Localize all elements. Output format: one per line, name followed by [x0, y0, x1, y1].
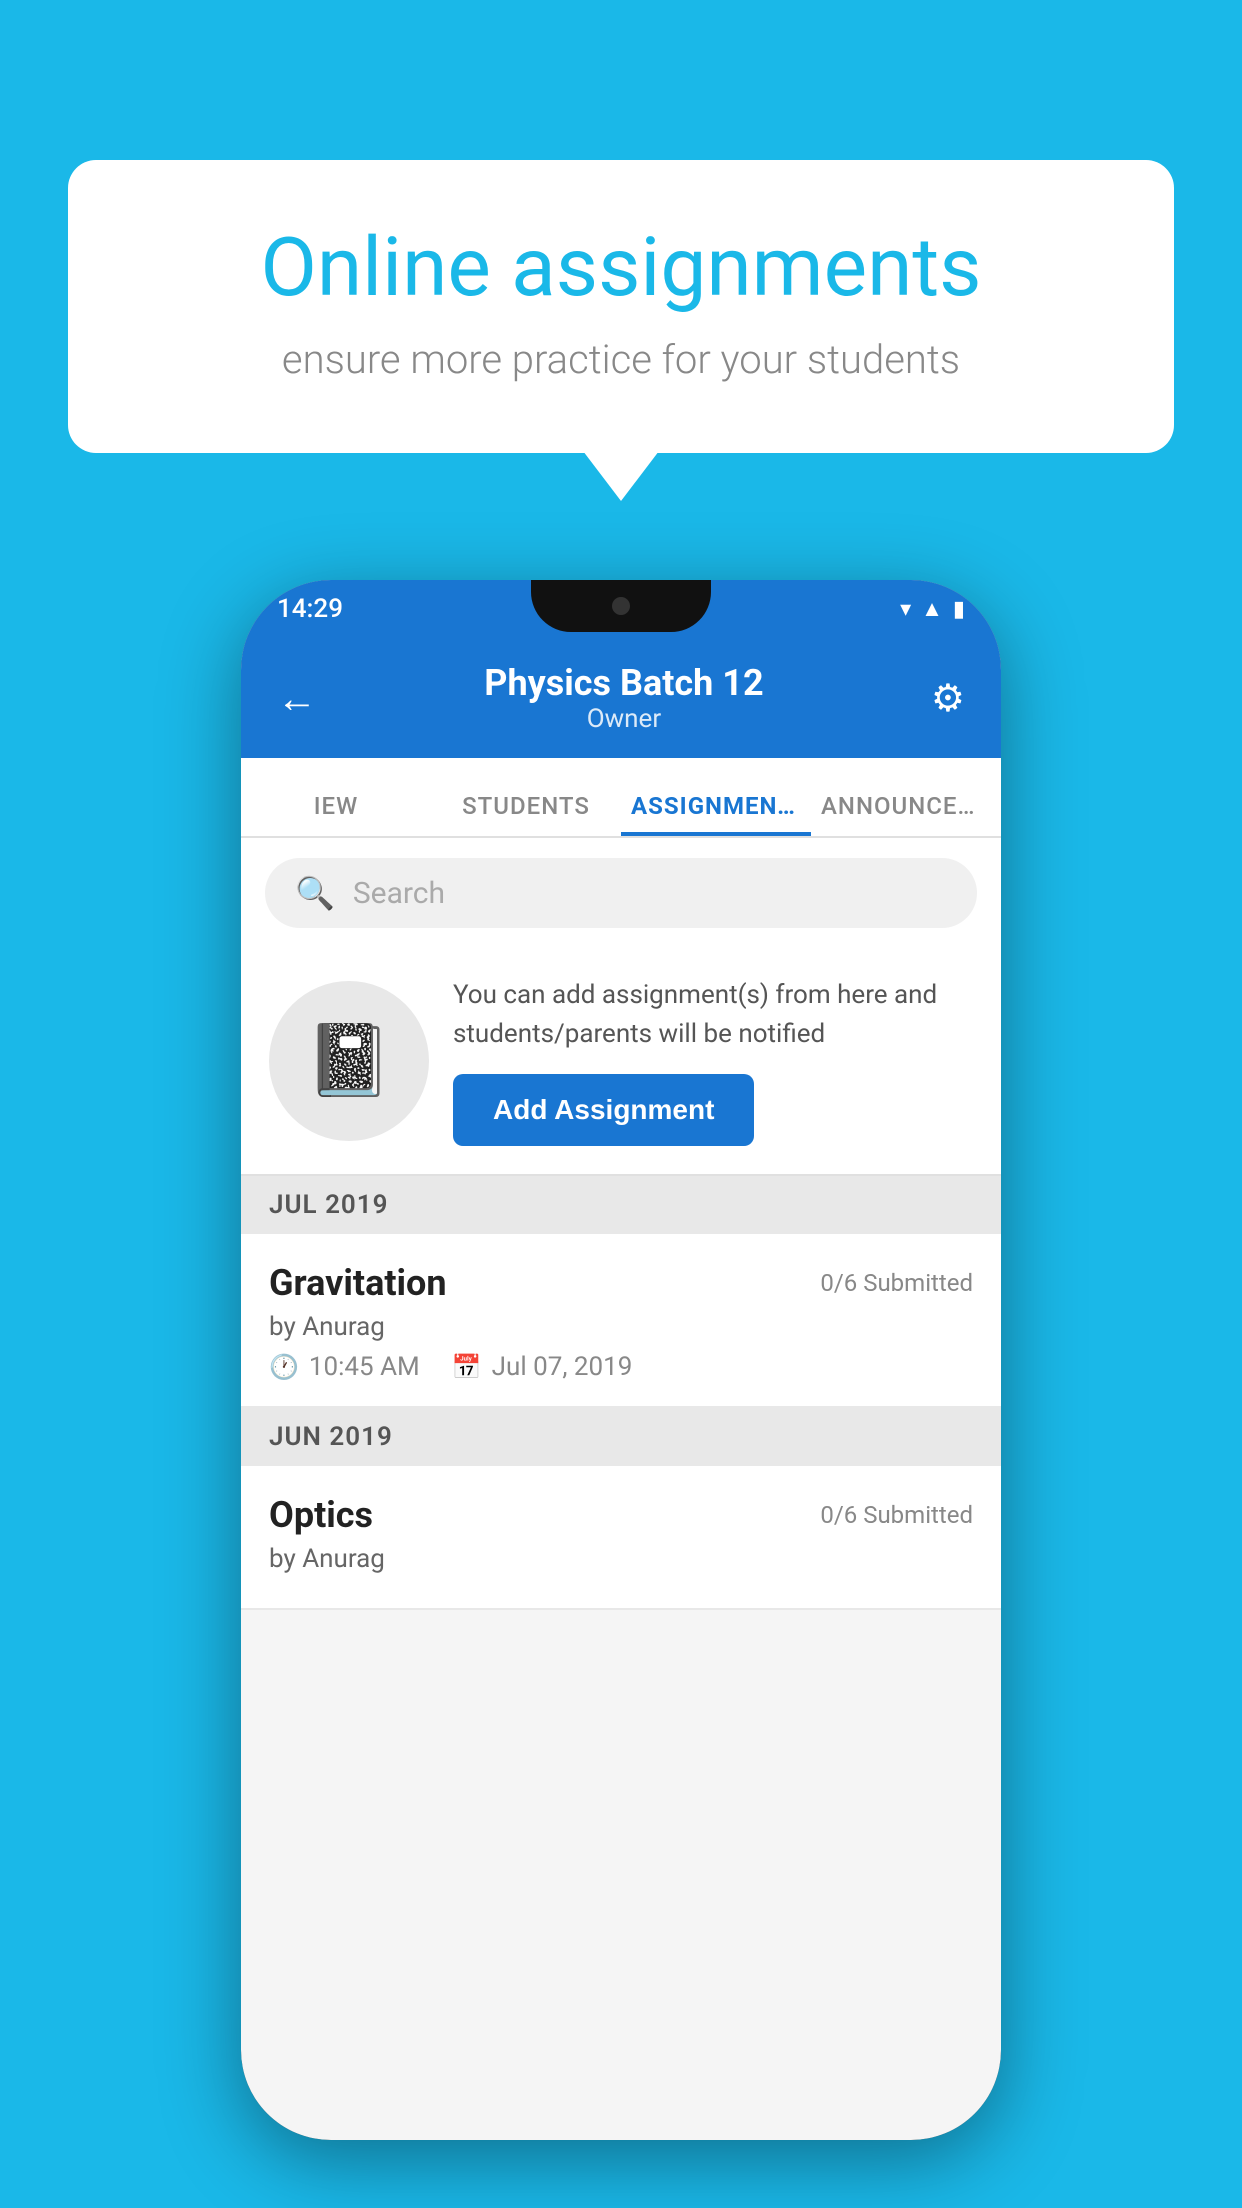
settings-icon[interactable]: ⚙ [931, 676, 965, 721]
section-header-jun-text: JUN 2019 [269, 1422, 393, 1452]
section-header-jul: JUL 2019 [241, 1176, 1001, 1234]
back-button[interactable]: ← [277, 675, 317, 722]
tabs-bar: IEW STUDENTS ASSIGNMENTS ANNOUNCEM… [241, 758, 1001, 838]
assignment-by-optics: by Anurag [269, 1544, 973, 1574]
app-header: ← Physics Batch 12 Owner ⚙ [241, 638, 1001, 758]
wifi-icon: ▾ [900, 597, 911, 622]
content-area: 🔍 Search 📓 You can add assignment(s) fro… [241, 838, 1001, 1610]
header-title-block: Physics Batch 12 Owner [484, 662, 763, 734]
signal-icon: ▲ [921, 596, 943, 622]
phone-frame: 14:29 ▾ ▲ ▮ ← Physics Batch 12 Owner ⚙ I… [241, 580, 1001, 2140]
assignment-gravitation[interactable]: Gravitation 0/6 Submitted by Anurag 🕐 10… [241, 1234, 1001, 1408]
tab-announcements[interactable]: ANNOUNCEM… [811, 792, 1001, 836]
assignment-time-gravitation: 10:45 AM [309, 1352, 420, 1382]
header-subtitle: Owner [484, 704, 763, 734]
promo-block: 📓 You can add assignment(s) from here an… [241, 948, 1001, 1176]
camera [612, 597, 630, 615]
assignment-submitted-optics: 0/6 Submitted [820, 1501, 973, 1529]
section-header-jul-text: JUL 2019 [269, 1190, 389, 1220]
status-time: 14:29 [277, 594, 343, 624]
assignment-title-gravitation: Gravitation [269, 1262, 447, 1304]
assignment-date-gravitation: Jul 07, 2019 [492, 1352, 633, 1382]
phone-notch [531, 580, 711, 632]
assignment-optics[interactable]: Optics 0/6 Submitted by Anurag [241, 1466, 1001, 1610]
calendar-icon: 📅 [452, 1353, 482, 1381]
promo-text-block: You can add assignment(s) from here and … [453, 976, 973, 1146]
search-icon: 🔍 [295, 874, 335, 912]
phone-screen: 14:29 ▾ ▲ ▮ ← Physics Batch 12 Owner ⚙ I… [241, 580, 1001, 2140]
bubble-subtitle: ensure more practice for your students [148, 336, 1094, 383]
add-assignment-button[interactable]: Add Assignment [453, 1074, 754, 1146]
tab-iew[interactable]: IEW [241, 792, 431, 836]
search-bar[interactable]: 🔍 Search [265, 858, 977, 928]
meta-date-gravitation: 📅 Jul 07, 2019 [452, 1352, 633, 1382]
promo-icon-circle: 📓 [269, 981, 429, 1141]
search-bar-wrapper: 🔍 Search [241, 838, 1001, 948]
battery-icon: ▮ [953, 597, 965, 622]
tab-assignments[interactable]: ASSIGNMENTS [621, 792, 811, 836]
tab-students[interactable]: STUDENTS [431, 792, 621, 836]
section-header-jun: JUN 2019 [241, 1408, 1001, 1466]
assignment-row1: Gravitation 0/6 Submitted [269, 1262, 973, 1304]
assignment-submitted-gravitation: 0/6 Submitted [820, 1269, 973, 1297]
promo-description: You can add assignment(s) from here and … [453, 976, 973, 1054]
assignment-row1-optics: Optics 0/6 Submitted [269, 1494, 973, 1536]
clock-icon: 🕐 [269, 1353, 299, 1381]
promo-speech-bubble: Online assignments ensure more practice … [68, 160, 1174, 453]
assignment-meta-gravitation: 🕐 10:45 AM 📅 Jul 07, 2019 [269, 1352, 973, 1382]
meta-time-gravitation: 🕐 10:45 AM [269, 1352, 420, 1382]
notebook-icon: 📓 [305, 1020, 392, 1102]
assignment-title-optics: Optics [269, 1494, 373, 1536]
bubble-title: Online assignments [148, 220, 1094, 316]
assignment-by-gravitation: by Anurag [269, 1312, 973, 1342]
search-input[interactable]: Search [353, 876, 445, 911]
header-title: Physics Batch 12 [484, 662, 763, 704]
status-icons: ▾ ▲ ▮ [900, 596, 965, 622]
